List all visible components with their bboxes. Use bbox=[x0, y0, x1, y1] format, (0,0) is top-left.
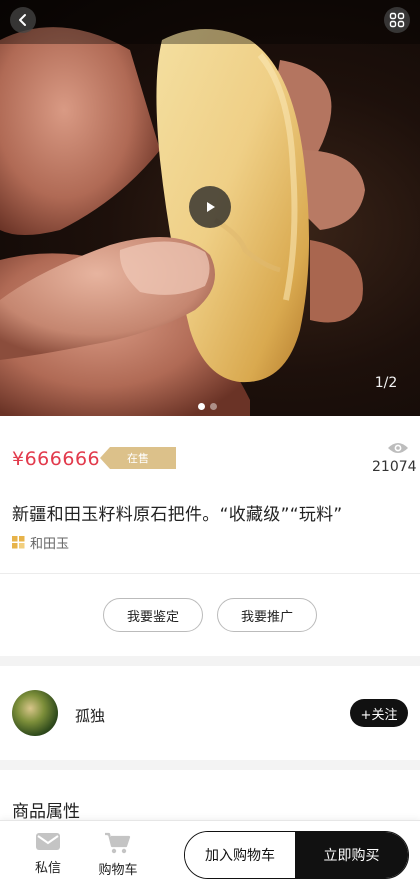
cart-button[interactable]: 购物车 bbox=[88, 831, 148, 878]
back-arrow-icon bbox=[19, 14, 26, 26]
status-badge: 在售 bbox=[100, 447, 176, 469]
message-button[interactable]: 私信 bbox=[18, 831, 78, 876]
product-title: 新疆和田玉籽料原石把件。“收藏级”“玩料” bbox=[12, 505, 343, 525]
play-video-button[interactable] bbox=[189, 186, 231, 228]
product-category[interactable]: 和田玉 bbox=[12, 533, 69, 552]
divider bbox=[0, 573, 420, 574]
appraise-button[interactable]: 我要鉴定 bbox=[103, 598, 203, 632]
category-label: 和田玉 bbox=[30, 537, 70, 552]
carousel-dots[interactable] bbox=[198, 403, 217, 410]
more-menu-button[interactable] bbox=[384, 7, 410, 33]
message-label: 私信 bbox=[34, 861, 61, 876]
grid-menu-icon bbox=[389, 12, 405, 28]
purchase-actions: 加入购物车 立即购买 bbox=[184, 831, 409, 879]
follow-button[interactable]: +关注 bbox=[350, 699, 408, 727]
carousel-dot-2[interactable] bbox=[210, 403, 217, 410]
seller-name[interactable]: 孤独 bbox=[75, 705, 105, 726]
play-icon bbox=[207, 202, 215, 212]
product-media[interactable]: 1/2 bbox=[0, 0, 420, 416]
cart-label: 购物车 bbox=[98, 863, 138, 878]
promote-button[interactable]: 我要推广 bbox=[217, 598, 317, 632]
section-divider bbox=[0, 656, 420, 666]
product-price: ¥666666 bbox=[12, 448, 101, 470]
add-to-cart-button[interactable]: 加入购物车 bbox=[185, 832, 295, 878]
section-divider bbox=[0, 760, 420, 770]
attributes-section-title: 商品属性 bbox=[12, 802, 80, 822]
media-page-indicator: 1/2 bbox=[374, 375, 398, 391]
buy-now-button[interactable]: 立即购买 bbox=[295, 832, 408, 878]
view-count: 21074 bbox=[372, 459, 417, 475]
carousel-dot-1[interactable] bbox=[198, 403, 205, 410]
category-icon bbox=[12, 536, 25, 549]
back-button[interactable] bbox=[10, 7, 36, 33]
seller-avatar[interactable] bbox=[12, 690, 58, 736]
cart-icon bbox=[105, 832, 131, 854]
message-icon bbox=[36, 833, 60, 850]
bottom-action-bar: 私信 购物车 加入购物车 立即购买 bbox=[0, 820, 420, 889]
eye-icon bbox=[388, 443, 408, 453]
top-overlay bbox=[0, 0, 420, 44]
